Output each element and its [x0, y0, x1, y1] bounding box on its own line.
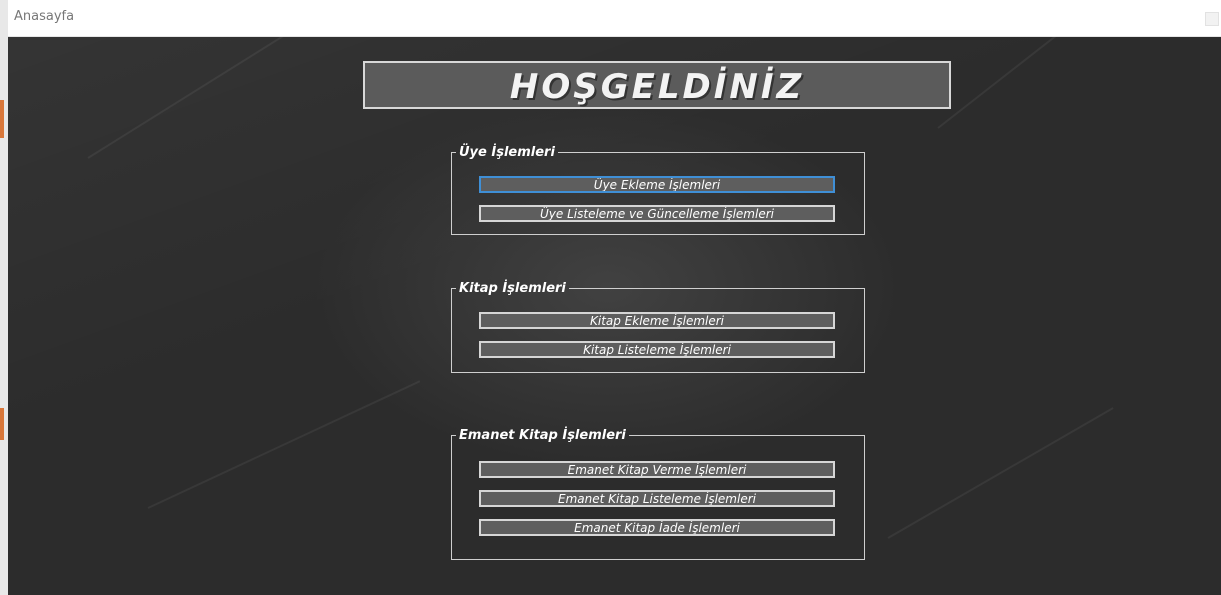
group-legend-loan: Emanet Kitap İşlemleri — [459, 428, 626, 443]
background-window-fragment — [0, 408, 4, 440]
loan-give-button[interactable]: Emanet Kitap Verme İşlemleri — [479, 461, 835, 478]
member-list-update-button[interactable]: Üye Listeleme ve Güncelleme İşlemleri — [479, 205, 835, 222]
loan-return-button[interactable]: Emanet Kitap İade İşlemleri — [479, 519, 835, 536]
group-legend-member: Üye İşlemleri — [459, 145, 555, 160]
member-operations-group: Üye İşlemleri Üye Ekleme İşlemleri Üye L… — [451, 145, 865, 235]
title-bar[interactable]: Anasayfa — [8, 3, 1221, 37]
book-list-button[interactable]: Kitap Listeleme İşlemleri — [479, 341, 835, 358]
loan-operations-group: Emanet Kitap İşlemleri Emanet Kitap Verm… — [451, 428, 865, 560]
chalkboard-texture — [147, 380, 421, 509]
window-title: Anasayfa — [14, 9, 75, 24]
book-operations-group: Kitap İşlemleri Kitap Ekleme İşlemleri K… — [451, 281, 865, 373]
welcome-banner: HOŞGELDİNİZ — [363, 61, 951, 109]
group-legend-book: Kitap İşlemleri — [459, 281, 566, 296]
chalkboard-texture — [87, 37, 310, 159]
welcome-title: HOŞGELDİNİZ — [509, 67, 805, 107]
chalkboard-texture — [937, 37, 1112, 129]
background-window-fragment — [0, 100, 4, 138]
main-panel: HOŞGELDİNİZ Üye İşlemleri Üye Ekleme İşl… — [8, 37, 1221, 595]
book-add-button[interactable]: Kitap Ekleme İşlemleri — [479, 312, 835, 329]
background-window-edge — [0, 0, 8, 595]
close-icon[interactable] — [1205, 12, 1219, 26]
chalkboard-texture — [887, 407, 1114, 539]
member-add-button[interactable]: Üye Ekleme İşlemleri — [479, 176, 835, 193]
loan-list-button[interactable]: Emanet Kitap Listeleme İşlemleri — [479, 490, 835, 507]
main-window: Anasayfa HOŞGELDİNİZ Üye İşlemleri Üye E… — [8, 3, 1221, 595]
